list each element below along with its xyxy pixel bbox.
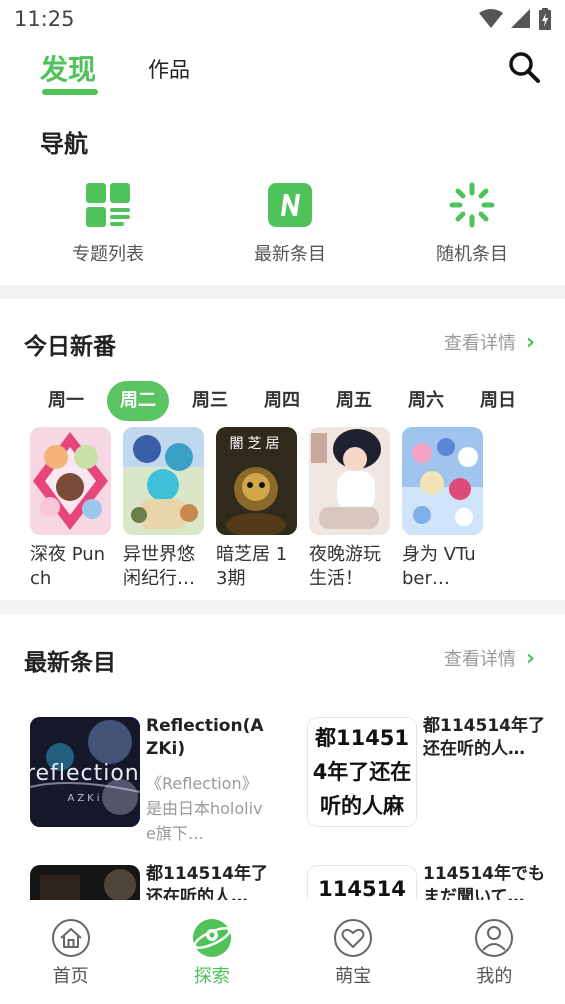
weekday-tabs: 周一 周二 周三 周四 周五 周六 周日 bbox=[30, 381, 540, 421]
weekday-tab-wed[interactable]: 周三 bbox=[174, 381, 246, 421]
nav-section: 导航 专题列表 最新条目 随机条目 bbox=[0, 110, 565, 285]
anime-list: 深夜 Punch 异世界悠闲纪行… 闇芝居 暗芝居 13期 夜晚游玩生活！ 身为… bbox=[30, 427, 483, 591]
chevron-right-icon: › bbox=[525, 645, 535, 671]
nav-item-random[interactable]: 随机条目 bbox=[402, 182, 542, 266]
bottom-nav-profile[interactable]: 我的 bbox=[424, 900, 565, 1004]
search-icon[interactable] bbox=[507, 50, 541, 84]
anime-card[interactable]: 身为 VTuber… bbox=[402, 427, 483, 591]
anime-cover bbox=[123, 427, 204, 535]
subject-title: Reflection(AZKi) bbox=[146, 716, 264, 759]
nav-item-label: 随机条目 bbox=[436, 244, 508, 265]
nav-title: 导航 bbox=[40, 130, 88, 158]
weekday-tab-fri[interactable]: 周五 bbox=[318, 381, 390, 421]
anime-cover-title: 闇芝居 bbox=[229, 436, 284, 452]
grid-list-icon bbox=[86, 183, 130, 227]
status-time: 11:25 bbox=[14, 7, 75, 31]
bottom-nav-label: 萌宝 bbox=[335, 966, 372, 987]
section-divider bbox=[0, 285, 565, 299]
subject-cover: reflection AZKi bbox=[30, 717, 140, 827]
home-icon bbox=[51, 919, 90, 957]
wifi-icon bbox=[479, 9, 503, 28]
bottom-nav-explore[interactable]: 探索 bbox=[141, 900, 282, 1004]
tab-works[interactable]: 作品 bbox=[148, 54, 190, 84]
anime-cover bbox=[402, 427, 483, 535]
subject-desc: 《Reflection》是由日本hololive旗下… bbox=[146, 774, 263, 843]
weekday-tab-mon[interactable]: 周一 bbox=[30, 381, 102, 421]
anime-name: 异世界悠闲纪行… bbox=[123, 544, 195, 589]
anime-card[interactable]: 深夜 Punch bbox=[30, 427, 111, 591]
latest-title: 最新条目 bbox=[24, 650, 116, 676]
weekday-tab-tue[interactable]: 周二 bbox=[107, 381, 169, 421]
heart-icon bbox=[334, 919, 373, 957]
nav-item-label: 专题列表 bbox=[72, 244, 144, 265]
anime-card[interactable]: 异世界悠闲纪行… bbox=[123, 427, 204, 591]
subject-title: 114514年でもまだ聞いて… bbox=[423, 864, 545, 900]
anime-cover bbox=[30, 427, 111, 535]
bottom-nav-label: 我的 bbox=[476, 966, 513, 987]
weekday-tab-sat[interactable]: 周六 bbox=[390, 381, 462, 421]
subject-cover: 114514年 bbox=[307, 865, 417, 900]
anime-name: 夜晚游玩生活！ bbox=[309, 544, 381, 589]
status-icons bbox=[479, 8, 551, 30]
subject-title: 都114514年了还在听的人… bbox=[146, 864, 268, 900]
anime-card[interactable]: 夜晚游玩生活！ bbox=[309, 427, 390, 591]
today-section: 今日新番 查看详情 › 周一 周二 周三 周四 周五 周六 周日 深夜 Punc… bbox=[0, 299, 565, 599]
chevron-right-icon: › bbox=[525, 329, 535, 355]
spinner-icon bbox=[449, 182, 495, 228]
user-icon bbox=[475, 919, 514, 957]
anime-name: 深夜 Punch bbox=[30, 544, 106, 589]
subject-cover-text: 114514年 bbox=[307, 865, 417, 900]
bottom-nav-home[interactable]: 首页 bbox=[0, 900, 141, 1004]
subject-cover bbox=[30, 865, 140, 900]
latest-more-link[interactable]: 查看详情 › bbox=[444, 645, 535, 671]
subject-cover-subtext: AZKi bbox=[67, 793, 103, 804]
today-more-link[interactable]: 查看详情 › bbox=[444, 329, 535, 355]
today-title: 今日新番 bbox=[24, 334, 116, 360]
anime-name: 身为 VTuber… bbox=[402, 544, 476, 589]
anime-cover bbox=[309, 427, 390, 535]
tab-discover[interactable]: 发现 bbox=[40, 48, 96, 88]
weekday-tab-sun[interactable]: 周日 bbox=[462, 381, 534, 421]
subject-cover: 都114514年了还在听的人麻 bbox=[307, 717, 417, 827]
bottom-nav-label: 首页 bbox=[52, 966, 89, 987]
status-bar: 11:25 bbox=[0, 0, 565, 38]
anime-card[interactable]: 闇芝居 暗芝居 13期 bbox=[216, 427, 297, 591]
nav-item-label: 最新条目 bbox=[254, 244, 326, 265]
section-divider bbox=[0, 600, 565, 614]
more-label: 查看详情 bbox=[443, 649, 516, 670]
signal-icon bbox=[511, 9, 530, 28]
subject-title: 都114514年了还在听的人… bbox=[423, 716, 545, 759]
new-n-icon bbox=[268, 183, 312, 227]
weekday-tab-thu[interactable]: 周四 bbox=[246, 381, 318, 421]
subject-text: 114514年でもまだ聞いて… bbox=[423, 863, 545, 900]
more-label: 查看详情 bbox=[443, 333, 516, 354]
subject-cover-text: reflection bbox=[30, 761, 140, 786]
nav-item-topic-list[interactable]: 专题列表 bbox=[38, 182, 178, 266]
bottom-nav-favorites[interactable]: 萌宝 bbox=[283, 900, 424, 1004]
bottom-nav-label: 探索 bbox=[193, 966, 230, 987]
anime-cover: 闇芝居 bbox=[216, 427, 297, 535]
tab-active-indicator bbox=[42, 89, 98, 95]
bottom-nav: 首页 探索 萌宝 我的 bbox=[0, 900, 565, 1004]
subject-text: Reflection(AZKi) 《Reflection》是由日本hololiv… bbox=[146, 715, 268, 846]
nav-item-latest[interactable]: 最新条目 bbox=[220, 182, 360, 266]
battery-icon bbox=[539, 8, 551, 30]
subject-cover-text: 都114514年了还在听的人麻 bbox=[307, 717, 417, 827]
top-bar: 发现 作品 bbox=[0, 38, 565, 102]
planet-icon bbox=[192, 919, 231, 957]
anime-name: 暗芝居 13期 bbox=[216, 544, 288, 589]
subject-text: 都114514年了还在听的人… bbox=[423, 715, 545, 761]
subject-text: 都114514年了还在听的人… bbox=[146, 863, 268, 900]
latest-section: 最新条目 查看详情 › reflection AZKi Reflection(A… bbox=[0, 615, 565, 900]
